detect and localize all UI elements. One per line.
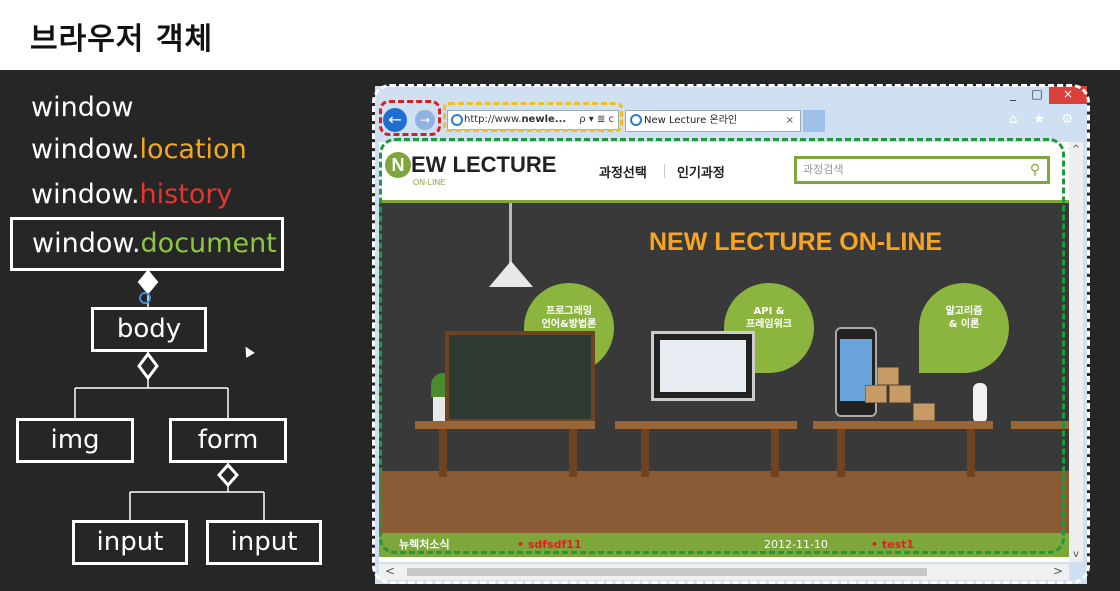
object-prefix: window. (32, 228, 141, 259)
document-box: window.document (10, 217, 284, 271)
highlight-history (379, 100, 441, 136)
slide-content: window window.location window.history wi… (0, 70, 1120, 591)
node-form: form (169, 418, 287, 463)
prop-history: history (139, 179, 233, 210)
object-window-document: window.document (32, 228, 277, 259)
highlight-document (379, 138, 1065, 554)
node-input-2: input (206, 520, 322, 565)
slide-title: 브라우저 객체 (30, 22, 214, 57)
highlight-location (443, 102, 623, 132)
object-window: window (31, 92, 134, 123)
prop-location: location (139, 134, 247, 165)
node-img: img (16, 418, 134, 463)
object-window-location: window.location (31, 134, 247, 165)
node-input-1: input (72, 520, 188, 565)
prop-document: document (140, 228, 277, 259)
object-prefix: window. (31, 134, 140, 165)
diamond-icon (137, 269, 159, 295)
object-prefix: window. (31, 179, 140, 210)
object-window-history: window.history (31, 179, 232, 210)
node-body: body (91, 307, 207, 352)
title-bar: 브라우저 객체 (0, 0, 1120, 70)
